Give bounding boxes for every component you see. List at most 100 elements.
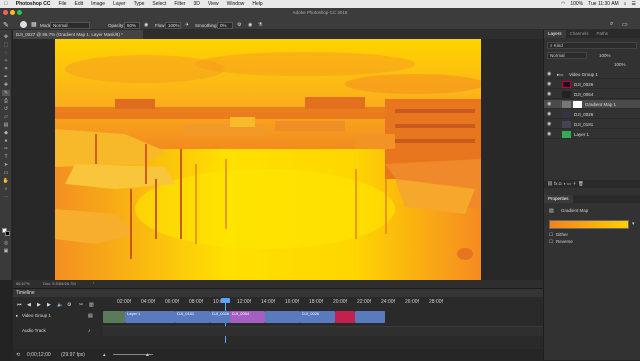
gradient-dropdown-icon[interactable]: ▾ <box>632 221 635 227</box>
zoom-level[interactable]: 66.67% <box>16 281 30 286</box>
menu-3d[interactable]: 3D <box>189 1 203 7</box>
mode-select[interactable]: Normal <box>50 22 90 29</box>
menu-view[interactable]: View <box>204 1 223 7</box>
crop-tool-icon[interactable]: ⌗ <box>2 66 10 72</box>
document-tab[interactable]: DJI_0027 @ 66.7% (Gradient Map 1, Layer … <box>13 30 143 39</box>
status-arrow-icon[interactable]: › <box>93 280 94 285</box>
clip-end[interactable] <box>355 311 385 323</box>
wifi-icon[interactable]: ◠ <box>561 1 565 7</box>
pen-tool-icon[interactable]: ✑ <box>2 146 10 152</box>
clip-dji-0181[interactable]: DJI_0181 <box>175 311 210 323</box>
lasso-tool-icon[interactable]: ◌ <box>2 50 10 56</box>
visibility-eye-icon[interactable]: ◉ <box>547 130 551 139</box>
layer-row-selected[interactable]: ◉ Gradient Map 1 <box>544 100 640 109</box>
type-tool-icon[interactable]: T <box>2 154 10 160</box>
marina-photo-canvas[interactable] <box>55 39 481 280</box>
menu-type[interactable]: Type <box>130 1 149 7</box>
menu-help[interactable]: Help <box>248 1 266 7</box>
apple-icon[interactable]:  <box>0 1 12 7</box>
fx-icon[interactable]: fx <box>554 181 558 186</box>
clip-layer-1[interactable]: Layer 1 <box>125 311 175 323</box>
next-frame-icon[interactable]: ▶ <box>47 302 51 308</box>
layer-row[interactable]: ◉ DJI_0026 <box>544 80 640 89</box>
layer-row[interactable]: ◉ DJI_0181 <box>544 120 640 129</box>
marquee-tool-icon[interactable]: ⬚ <box>2 42 10 48</box>
screen-mode-icon[interactable]: ▣ <box>2 248 10 254</box>
play-icon[interactable]: ▶ <box>37 302 41 308</box>
eraser-tool-icon[interactable]: ▱ <box>2 114 10 120</box>
menu-edit[interactable]: Edit <box>71 1 88 7</box>
go-to-first-frame-icon[interactable]: ⏮ <box>17 302 22 308</box>
zoom-in-timeline-icon[interactable]: ▲ <box>145 352 150 358</box>
visibility-eye-icon[interactable]: ◉ <box>547 120 551 129</box>
layer-row[interactable]: ◉ Layer 1 <box>544 130 640 139</box>
previous-frame-icon[interactable]: ◀ <box>27 302 31 308</box>
opacity-field[interactable]: 50% <box>124 22 140 29</box>
flow-field[interactable]: 100% <box>165 22 181 29</box>
audio-icon[interactable]: 🔈 <box>57 302 63 308</box>
delete-layer-icon[interactable]: 🗑 <box>578 181 584 186</box>
menu-app[interactable]: Photoshop CC <box>12 1 55 7</box>
brush-panel-icon[interactable]: ▦ <box>31 21 37 28</box>
dither-checkbox-icon[interactable]: ☐ <box>549 232 553 238</box>
menu-filter[interactable]: Filter <box>170 1 189 7</box>
search-tool-icon[interactable]: ⌕ <box>610 21 613 28</box>
symmetry-icon[interactable]: ⚗ <box>258 22 262 28</box>
brush-tool-icon[interactable]: ✎ <box>3 21 9 29</box>
menu-window[interactable]: Window <box>223 1 249 7</box>
clip-dji-0054[interactable]: DJI_0054 <box>230 311 265 323</box>
visibility-eye-icon[interactable]: ◉ <box>547 70 551 79</box>
pressure-opacity-icon[interactable]: ◉ <box>144 22 148 28</box>
airbrush-icon[interactable]: ✈ <box>185 22 189 28</box>
fill-value[interactable]: 100% <box>614 62 626 67</box>
visibility-eye-icon[interactable]: ◉ <box>547 80 551 89</box>
gradient-tool-icon[interactable]: ▤ <box>2 122 10 128</box>
timeline-ruler[interactable]: 02:00f 04:00f 06:00f 08:00f 10:00f 12:00… <box>103 298 543 307</box>
eyedropper-tool-icon[interactable]: ✒ <box>2 74 10 80</box>
new-layer-icon[interactable]: ＋ <box>572 181 577 186</box>
visibility-eye-icon[interactable]: ◉ <box>547 110 551 119</box>
visibility-eye-icon[interactable]: ◉ <box>547 90 551 99</box>
gradient-preview[interactable] <box>549 220 629 229</box>
clone-stamp-tool-icon[interactable]: ⎙ <box>2 98 10 104</box>
more-tools-icon[interactable]: ⋯ <box>2 194 10 200</box>
pressure-size-icon[interactable]: ◉ <box>248 22 252 28</box>
tab-paths[interactable]: Paths <box>593 30 613 38</box>
workspace-icon[interactable]: ▭ <box>622 21 628 28</box>
path-select-tool-icon[interactable]: ➤ <box>2 162 10 168</box>
quick-mask-icon[interactable]: ◎ <box>2 240 10 246</box>
smoothing-settings-icon[interactable]: ⚙ <box>237 22 241 28</box>
transition-icon[interactable]: ▥ <box>89 302 94 308</box>
clip-purple-gap[interactable] <box>265 311 300 323</box>
film-icon[interactable]: ▤ <box>88 313 93 319</box>
zoom-tool-icon[interactable]: ⌕ <box>2 186 10 192</box>
menu-file[interactable]: File <box>54 1 70 7</box>
layer-row[interactable]: ◉ ▸▭ Video Group 1 <box>544 70 640 79</box>
playhead-handle[interactable] <box>221 298 230 303</box>
reverse-checkbox-icon[interactable]: ☐ <box>549 239 553 245</box>
search-icon[interactable]: ⌕ <box>624 1 627 7</box>
zoom-out-timeline-icon[interactable]: ▴ <box>103 352 106 358</box>
menu-select[interactable]: Select <box>148 1 170 7</box>
layer-link-icon[interactable]: ⛓ <box>547 181 553 186</box>
clip-red-thumb[interactable] <box>335 311 355 323</box>
move-tool-icon[interactable]: ✥ <box>2 34 10 40</box>
brush-preset-icon[interactable] <box>20 21 27 28</box>
menu-image[interactable]: Image <box>87 1 109 7</box>
new-adjustment-icon[interactable]: ◑ <box>563 181 566 186</box>
dodge-tool-icon[interactable]: ● <box>2 138 10 144</box>
new-group-icon[interactable]: ▭ <box>567 181 571 186</box>
background-color-swatch[interactable] <box>5 231 10 236</box>
tab-channels[interactable]: Channels <box>566 30 593 38</box>
smoothing-field[interactable]: 0% <box>217 22 233 29</box>
menu-list-icon[interactable]: ☰ <box>632 1 636 7</box>
clip-thumb[interactable] <box>103 311 125 323</box>
kind-filter[interactable]: Kind <box>554 43 563 48</box>
shape-tool-icon[interactable]: ▭ <box>2 170 10 176</box>
kind-filter-icon[interactable]: ⌕ <box>550 43 553 48</box>
visibility-eye-icon[interactable]: ◉ <box>547 100 551 109</box>
track-expand-icon[interactable]: ▸ <box>16 313 18 319</box>
blend-mode-select[interactable]: Normal <box>547 52 587 59</box>
audio-lane[interactable] <box>103 326 543 336</box>
blur-tool-icon[interactable]: ◆ <box>2 130 10 136</box>
